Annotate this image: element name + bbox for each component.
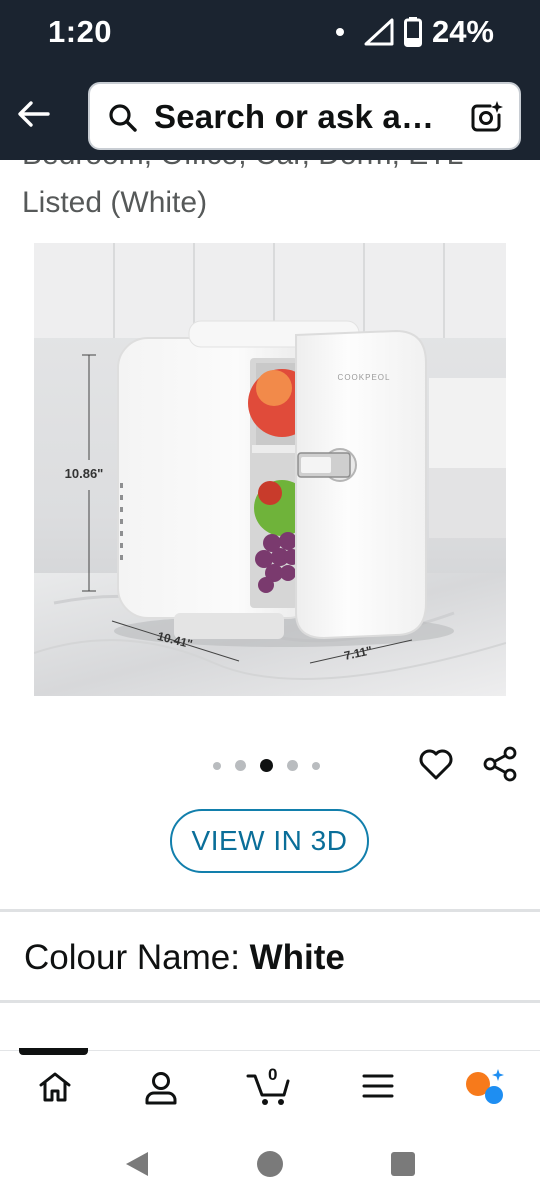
mini-fridge-illustration: COOKPEOL 10.86" 10.41" 7.11" [34,243,506,696]
home-circle-icon[interactable] [256,1150,284,1178]
colour-name-value: White [249,938,345,977]
cart-count: 0 [268,1065,278,1084]
colour-name-label: Colour Name: [24,938,250,977]
brand-mark: COOKPEOL [338,373,391,382]
system-navigation-bar [0,1124,540,1200]
app-header: Search or ask a… [0,68,540,160]
status-bar: 1:20 24% [0,0,540,68]
menu-icon[interactable] [362,1071,394,1101]
battery-icon [403,17,422,47]
camera-sparkle-icon[interactable] [469,100,503,134]
product-image[interactable]: COOKPEOL 10.86" 10.41" 7.11" [34,243,506,696]
battery-percent: 24% [431,14,494,49]
signal-icon [364,18,394,46]
carousel-dot[interactable] [235,760,246,771]
account-icon[interactable] [144,1071,178,1105]
view-in-3d-button[interactable]: VIEW IN 3D [170,809,369,873]
divider [0,1000,540,1003]
carousel-dot[interactable] [312,761,320,770]
cart-button[interactable]: 0 [246,1065,292,1107]
status-time: 1:20 [48,14,113,49]
notification-dot-icon [335,28,344,36]
rufus-icon[interactable] [464,1068,506,1106]
active-tab-indicator [19,1048,88,1055]
search-icon [109,104,137,132]
colour-name-row: Colour Name: White [24,938,345,978]
divider [0,909,540,912]
height-dimension-label: 10.86" [65,466,104,481]
product-title-partial: Bedroom, Office, Car, Dorm, ETL [22,160,522,172]
back-arrow-icon[interactable] [14,94,54,134]
carousel-dot-active[interactable] [260,759,273,772]
search-input[interactable]: Search or ask a… [88,82,521,150]
share-icon[interactable] [482,746,518,782]
home-icon[interactable] [38,1071,72,1103]
carousel-indicator [213,759,320,772]
recents-square-icon[interactable] [390,1151,416,1177]
status-icons: 24% [335,14,494,50]
back-triangle-icon[interactable] [124,1150,150,1178]
product-title: Listed (White) [22,186,208,219]
heart-icon[interactable] [418,747,454,781]
carousel-dot[interactable] [213,761,221,770]
bottom-navigation: 0 [0,1048,540,1124]
search-placeholder: Search or ask a… [154,98,435,135]
carousel-dot[interactable] [287,760,298,771]
